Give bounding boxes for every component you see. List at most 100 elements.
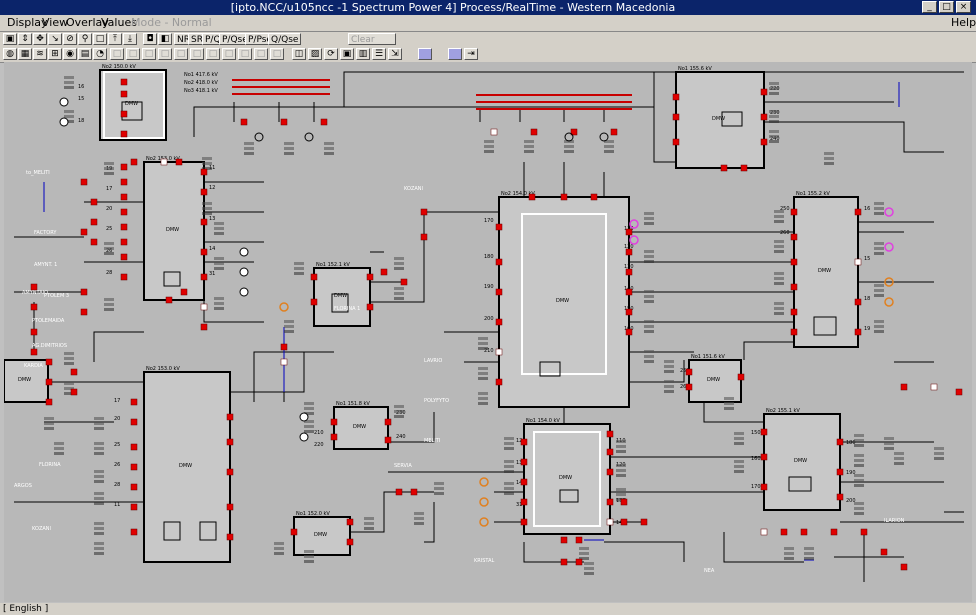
breaker[interactable] xyxy=(606,430,614,438)
breaker[interactable] xyxy=(226,413,234,421)
breaker[interactable] xyxy=(90,198,98,206)
breaker[interactable] xyxy=(130,528,138,536)
breaker[interactable] xyxy=(672,138,680,146)
breaker[interactable] xyxy=(854,258,862,266)
breaker[interactable] xyxy=(495,378,503,386)
overview-icon[interactable]: ◧ xyxy=(158,33,172,45)
breaker[interactable] xyxy=(130,443,138,451)
globe-icon[interactable]: ◍ xyxy=(3,48,17,60)
breaker[interactable] xyxy=(760,113,768,121)
breaker[interactable] xyxy=(200,248,208,256)
breaker[interactable] xyxy=(120,208,128,216)
zoom-icon[interactable]: ⚲ xyxy=(78,33,92,45)
breaker[interactable] xyxy=(346,538,354,546)
breaker[interactable] xyxy=(625,268,633,276)
print-icon[interactable]: ◘ xyxy=(143,33,157,45)
breaker[interactable] xyxy=(366,273,374,281)
maximize-button[interactable]: □ xyxy=(939,1,954,13)
history-icon[interactable]: ◔ xyxy=(93,48,107,60)
pan-vertical-icon[interactable]: ⇕ xyxy=(18,33,32,45)
breaker[interactable] xyxy=(330,433,338,441)
breaker[interactable] xyxy=(80,308,88,316)
breaker[interactable] xyxy=(720,164,728,172)
breaker[interactable] xyxy=(760,428,768,436)
breaker[interactable] xyxy=(640,518,648,526)
breaker[interactable] xyxy=(672,113,680,121)
breaker[interactable] xyxy=(530,128,538,136)
close-button[interactable]: × xyxy=(956,1,971,13)
breaker[interactable] xyxy=(45,378,53,386)
export-icon[interactable]: ⇲ xyxy=(388,48,402,60)
breaker[interactable] xyxy=(560,558,568,566)
breaker[interactable] xyxy=(80,288,88,296)
breaker[interactable] xyxy=(120,78,128,86)
breaker[interactable] xyxy=(30,303,38,311)
breaker[interactable] xyxy=(760,528,768,536)
breaker[interactable] xyxy=(606,468,614,476)
breaker[interactable] xyxy=(200,273,208,281)
breaker[interactable] xyxy=(226,533,234,541)
lock-icon[interactable]: ▣ xyxy=(340,48,354,60)
exit-icon[interactable]: ⇥ xyxy=(464,48,478,60)
breaker[interactable] xyxy=(620,498,628,506)
breaker[interactable] xyxy=(528,193,536,201)
breaker[interactable] xyxy=(520,438,528,446)
breaker[interactable] xyxy=(120,110,128,118)
breaker[interactable] xyxy=(395,488,403,496)
breaker[interactable] xyxy=(420,208,428,216)
alarm-icon[interactable]: ◉ xyxy=(63,48,77,60)
breaker[interactable] xyxy=(625,248,633,256)
breaker[interactable] xyxy=(760,453,768,461)
breaker[interactable] xyxy=(280,118,288,126)
menu-view[interactable]: View xyxy=(42,15,68,31)
breaker[interactable] xyxy=(575,558,583,566)
breaker[interactable] xyxy=(80,228,88,236)
fit-width-icon[interactable]: ⤓ xyxy=(123,33,137,45)
breaker[interactable] xyxy=(575,536,583,544)
breaker[interactable] xyxy=(120,223,128,231)
layers-icon[interactable]: ≋ xyxy=(33,48,47,60)
navigate-icon[interactable]: ⊘ xyxy=(63,33,77,45)
breaker[interactable] xyxy=(854,328,862,336)
breaker[interactable] xyxy=(836,438,844,446)
breaker[interactable] xyxy=(200,323,208,331)
breaker[interactable] xyxy=(880,548,888,556)
breaker[interactable] xyxy=(120,90,128,98)
breaker[interactable] xyxy=(495,318,503,326)
breaker[interactable] xyxy=(854,208,862,216)
breaker[interactable] xyxy=(520,518,528,526)
breaker[interactable] xyxy=(226,503,234,511)
select-tool-icon[interactable]: ▣ xyxy=(3,33,17,45)
breaker[interactable] xyxy=(800,528,808,536)
breaker[interactable] xyxy=(384,436,392,444)
breaker[interactable] xyxy=(606,518,614,526)
breaker[interactable] xyxy=(290,528,298,536)
breaker[interactable] xyxy=(130,398,138,406)
breaker[interactable] xyxy=(854,298,862,306)
breaker[interactable] xyxy=(790,328,798,336)
breaker[interactable] xyxy=(606,498,614,506)
breaker[interactable] xyxy=(45,358,53,366)
arrow-icon[interactable]: ↘ xyxy=(48,33,62,45)
breaker[interactable] xyxy=(280,358,288,366)
breaker[interactable] xyxy=(495,288,503,296)
filter-icon[interactable]: ▨ xyxy=(308,48,322,60)
color-swatch-icon[interactable] xyxy=(418,48,432,60)
breaker[interactable] xyxy=(70,388,78,396)
breaker[interactable] xyxy=(560,536,568,544)
breaker[interactable] xyxy=(70,368,78,376)
breaker[interactable] xyxy=(830,528,838,536)
tag-icon[interactable]: ⊞ xyxy=(48,48,62,60)
breaker[interactable] xyxy=(45,398,53,406)
breaker[interactable] xyxy=(240,118,248,126)
breaker[interactable] xyxy=(625,288,633,296)
move-icon[interactable]: ✥ xyxy=(33,33,47,45)
color-swatch-2-icon[interactable] xyxy=(448,48,462,60)
breaker[interactable] xyxy=(200,168,208,176)
breaker[interactable] xyxy=(737,373,745,381)
breaker[interactable] xyxy=(860,528,868,536)
breaker[interactable] xyxy=(520,458,528,466)
breaker[interactable] xyxy=(740,164,748,172)
single-line-diagram[interactable]: No2 150.0 kVDMWNo2 153.0 kVDMWNo2 153.0 … xyxy=(4,62,972,602)
breaker[interactable] xyxy=(130,158,138,166)
